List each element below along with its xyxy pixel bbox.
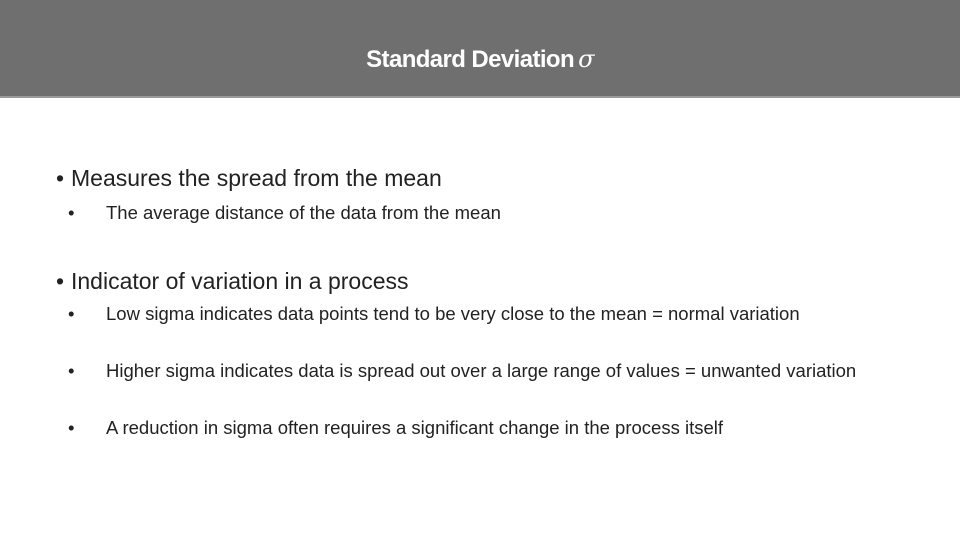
- bullet-icon: •: [68, 202, 75, 223]
- bullet-icon: •: [68, 417, 75, 438]
- title-bar: Standard Deviation σ: [0, 0, 960, 98]
- sub-bullet-text: Low sigma indicates data points tend to …: [106, 303, 800, 324]
- bullet-point: • Measures the spread from the mean: [56, 165, 442, 192]
- sub-bullet-point: • Higher sigma indicates data is spread o…: [68, 358, 926, 384]
- slide-title: Standard Deviation σ: [0, 44, 960, 75]
- sub-bullet-text: A reduction in sigma often requires a si…: [106, 417, 724, 438]
- sigma-symbol: σ: [578, 45, 594, 73]
- sub-bullet-point: • Low sigma indicates data points tend to…: [68, 301, 866, 327]
- bullet-icon: •: [56, 165, 65, 191]
- sub-bullet-point: • A reduction in sigma often requires a s…: [68, 415, 936, 441]
- slide-title-text: Standard Deviation: [366, 46, 575, 73]
- bullet-text: Measures the spread from the mean: [71, 165, 442, 191]
- bullet-icon: •: [68, 360, 75, 381]
- sub-bullet-text: Higher sigma indicates data is spread ou…: [106, 360, 857, 381]
- sub-bullet-text: The average distance of the data from th…: [106, 202, 501, 223]
- sub-bullet-point: • The average distance of the data from t…: [68, 200, 936, 226]
- bullet-text: Indicator of variation in a process: [71, 268, 409, 294]
- bullet-icon: •: [56, 268, 65, 294]
- bullet-icon: •: [68, 303, 75, 324]
- bullet-point: • Indicator of variation in a process: [56, 268, 409, 295]
